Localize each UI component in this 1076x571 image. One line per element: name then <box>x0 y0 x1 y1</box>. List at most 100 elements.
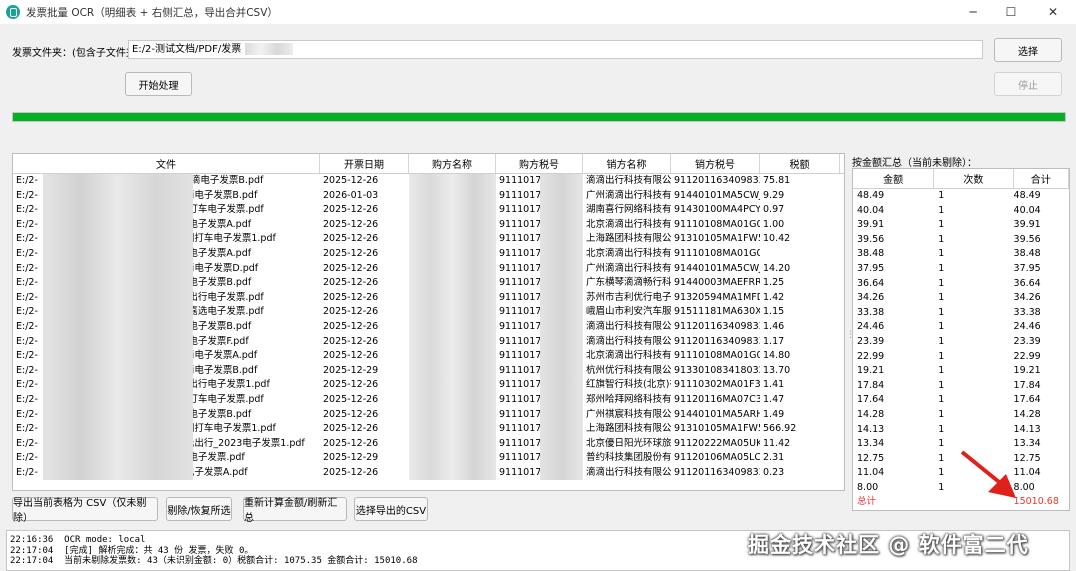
cell-date: 2025-12-26 <box>323 277 379 289</box>
cell-seller-tax: 91440101MA5ARHC <box>674 408 760 420</box>
close-button[interactable]: ✕ <box>1030 0 1076 24</box>
recalc-button[interactable]: 重新计算金额/刷新汇总 <box>243 497 347 524</box>
table-row[interactable]: E:/2- -滴滴电子发票B.pdf 2025-12-26 9111017 广州祺宸科技… <box>13 407 844 423</box>
cell-date: 2025-12-26 <box>323 306 379 318</box>
summary-col-amount[interactable]: 金额 <box>853 169 935 188</box>
table-row[interactable]: E:/2- -曹操出行电子发票.pdf 2025-12-26 9111017 苏州市吉利… <box>13 290 844 306</box>
summary-row[interactable]: 39.56 1 39.56 <box>853 233 1069 248</box>
summary-count: 1 <box>938 394 945 406</box>
cell-date: 2025-12-26 <box>323 247 379 259</box>
table-row[interactable]: E:/2- 5-美团打车电子发票1.pdf 2025-12-26 9111017 上海路… <box>13 232 844 247</box>
summary-row[interactable]: 33.38 1 33.38 <box>853 306 1069 321</box>
table-row[interactable]: E:/2- 0-阳光出行_2023电子发票1.pdf 2025-12-26 91110… <box>13 436 844 452</box>
cell-buyer-tax: 9111017 <box>496 217 583 233</box>
table-row[interactable]: E:/2- -明智嘉选电子发票.pdf 2025-12-26 9111017 峨眉山市利… <box>13 305 844 320</box>
table-row[interactable]: E:/2- 滴滴电子发票A.pdf 2025-12-26 9111017 滴滴出行科技有… <box>13 465 844 481</box>
table-row[interactable]: E:/2- -滴滴电子发票F.pdf 2025-12-26 9111017 滴滴出行科技… <box>13 334 844 350</box>
col-header-seller-tax[interactable]: 销方税号 <box>671 154 760 173</box>
cell-seller-tax: 91120116340983337 <box>674 335 760 347</box>
cell-tax: 11.42 <box>763 437 791 449</box>
summary-row[interactable]: 17.84 1 17.84 <box>853 379 1069 394</box>
invoice-table[interactable]: 文件 开票日期 购方名称 购方税号 销方名称 销方税号 税额 E:/2- 30-滴… <box>12 153 845 491</box>
cell-seller-tax: 91120116340983337 <box>674 320 760 332</box>
cell-date: 2025-12-26 <box>323 423 379 435</box>
start-process-button[interactable]: 开始处理 <box>125 72 192 96</box>
cell-buyer-name <box>409 203 496 218</box>
summary-total: 48.49 <box>1013 190 1041 201</box>
table-row[interactable]: E:/2- 30-滴滴电子发票B.pdf 2025-12-26 9111017 滴滴出行… <box>13 174 844 189</box>
table-row[interactable]: E:/2- -滴滴电子发票.pdf 2025-12-29 9111017 普约科技集团股… <box>13 451 844 466</box>
cell-tax: 10.42 <box>763 233 791 245</box>
summary-row[interactable]: 14.28 1 14.28 <box>853 408 1069 423</box>
blurred-region <box>43 334 193 350</box>
table-row[interactable]: E:/2- -滴滴电子发票A.pdf 2025-12-26 9111017 北京滴滴出行… <box>13 217 844 233</box>
cell-buyer-tax: 9111017 <box>496 261 583 277</box>
summary-row[interactable]: 14.13 1 14.13 <box>853 423 1069 438</box>
summary-col-count[interactable]: 次数 <box>934 169 1014 188</box>
cell-buyer-name <box>409 174 496 189</box>
buyer-tax-value: 9111017 <box>499 306 542 318</box>
summary-row[interactable]: 17.64 1 17.64 <box>853 393 1069 408</box>
summary-count: 1 <box>938 408 945 420</box>
cell-buyer-name <box>409 305 496 320</box>
summary-amount: 39.56 <box>857 233 885 245</box>
buyer-tax-value: 9111017 <box>499 189 542 201</box>
blurred-region <box>43 276 193 291</box>
table-row[interactable]: E:/2- 2-美团打车电子发票1.pdf 2025-12-26 9111017 上海路… <box>13 422 844 437</box>
summary-row[interactable]: 22.99 1 22.99 <box>853 350 1069 365</box>
summary-col-total[interactable]: 合计 <box>1014 169 1069 188</box>
table-row[interactable]: E:/2- 7-滴滴电子发票D.pdf 2025-12-26 9111017 广州滴滴出… <box>13 261 844 277</box>
cell-seller-tax: 91120116340983337 <box>674 175 760 186</box>
blurred-region <box>43 363 193 379</box>
table-row[interactable]: E:/2- -滴滴电子发票A.pdf 2025-12-26 9111017 北京滴滴出行… <box>13 246 844 262</box>
table-row[interactable]: E:/2- 2-滴滴电子发票B.pdf 2026-01-03 9111017 广州滴滴出… <box>13 188 844 204</box>
cell-file: E:/2- 0-阳光出行_2023电子发票1.pdf <box>13 436 320 452</box>
col-header-seller-name[interactable]: 销方名称 <box>583 154 671 173</box>
cell-seller-tax: 91430100MA4PCYG <box>674 204 760 216</box>
col-header-file[interactable]: 文件 <box>13 154 320 173</box>
summary-row[interactable]: 40.04 1 40.04 <box>853 204 1069 219</box>
maximize-button[interactable]: ☐ <box>992 0 1030 24</box>
summary-total: 19.21 <box>1013 365 1041 377</box>
cell-buyer-name <box>409 334 496 350</box>
summary-count: 1 <box>938 350 945 362</box>
export-csv-button[interactable]: 导出当前表格为 CSV（仅未剔除） <box>12 497 158 524</box>
table-row[interactable]: E:/2- 0-滴滴电子发票A.pdf 2025-12-26 9111017 北京滴滴出… <box>13 349 844 364</box>
summary-row[interactable]: 37.95 1 37.95 <box>853 262 1069 277</box>
file-prefix: E:/2- <box>16 452 38 464</box>
splitter-handle[interactable]: ⋮ <box>846 330 855 344</box>
select-export-csv-button[interactable]: 选择导出的CSV <box>354 497 428 521</box>
table-row[interactable]: E:/2- -滴滴电子发票B.pdf 2025-12-26 9111017 滴滴出行科技… <box>13 319 844 335</box>
summary-row[interactable]: 48.49 1 48.49 <box>853 189 1069 204</box>
col-header-date[interactable]: 开票日期 <box>320 154 409 173</box>
file-prefix: E:/2- <box>16 175 38 186</box>
table-row[interactable]: E:/2- 4-滴滴电子发票B.pdf 2025-12-29 9111017 杭州优行科… <box>13 363 844 379</box>
summary-row[interactable]: 36.64 1 36.64 <box>853 277 1069 292</box>
summary-row[interactable]: 34.26 1 34.26 <box>853 291 1069 306</box>
minimize-button[interactable]: ─ <box>954 0 992 24</box>
summary-amount: 48.49 <box>857 190 885 201</box>
file-prefix: E:/2- <box>16 247 38 259</box>
exclude-restore-button[interactable]: 剔除/恢复所选 <box>166 497 232 521</box>
cell-date: 2025-12-26 <box>323 320 379 332</box>
table-row[interactable]: E:/2- -哈啰打车电子发票.pdf 2025-12-26 9111017 郑州哈拜网… <box>13 392 844 408</box>
summary-row[interactable]: 39.91 1 39.91 <box>853 218 1069 233</box>
summary-row[interactable]: 24.46 1 24.46 <box>853 320 1069 335</box>
summary-row[interactable]: 23.39 1 23.39 <box>853 335 1069 350</box>
cell-date: 2025-12-26 <box>323 175 379 186</box>
summary-row[interactable]: 38.48 1 38.48 <box>853 247 1069 262</box>
cell-file: E:/2- -滴滴电子发票A.pdf <box>13 246 320 262</box>
col-header-buyer-name[interactable]: 购方名称 <box>409 154 496 173</box>
col-header-buyer-tax[interactable]: 购方税号 <box>496 154 583 173</box>
stop-button[interactable]: 停止 <box>994 72 1062 96</box>
folder-path-input[interactable]: E:/2-测试文档/PDF/发票 <box>128 40 983 59</box>
choose-folder-button[interactable]: 选择 <box>994 38 1062 62</box>
col-header-tax[interactable]: 税额 <box>760 154 840 173</box>
summary-row[interactable]: 19.21 1 19.21 <box>853 364 1069 379</box>
cell-file: E:/2- -哈啰打车电子发票.pdf <box>13 392 320 408</box>
table-row[interactable]: E:/2- -高德打车电子发票.pdf 2025-12-26 9111017 湖南喜行网… <box>13 203 844 218</box>
table-row[interactable]: E:/2- -旗妙出行电子发票1.pdf 2025-12-26 9111017 红旗智行… <box>13 378 844 393</box>
file-prefix: E:/2- <box>16 189 38 201</box>
cell-seller-name: 滴滴出行科技有限公 <box>586 335 671 347</box>
table-row[interactable]: E:/2- -滴滴电子发票B.pdf 2025-12-26 9111017 广东横琴滴滴… <box>13 276 844 291</box>
